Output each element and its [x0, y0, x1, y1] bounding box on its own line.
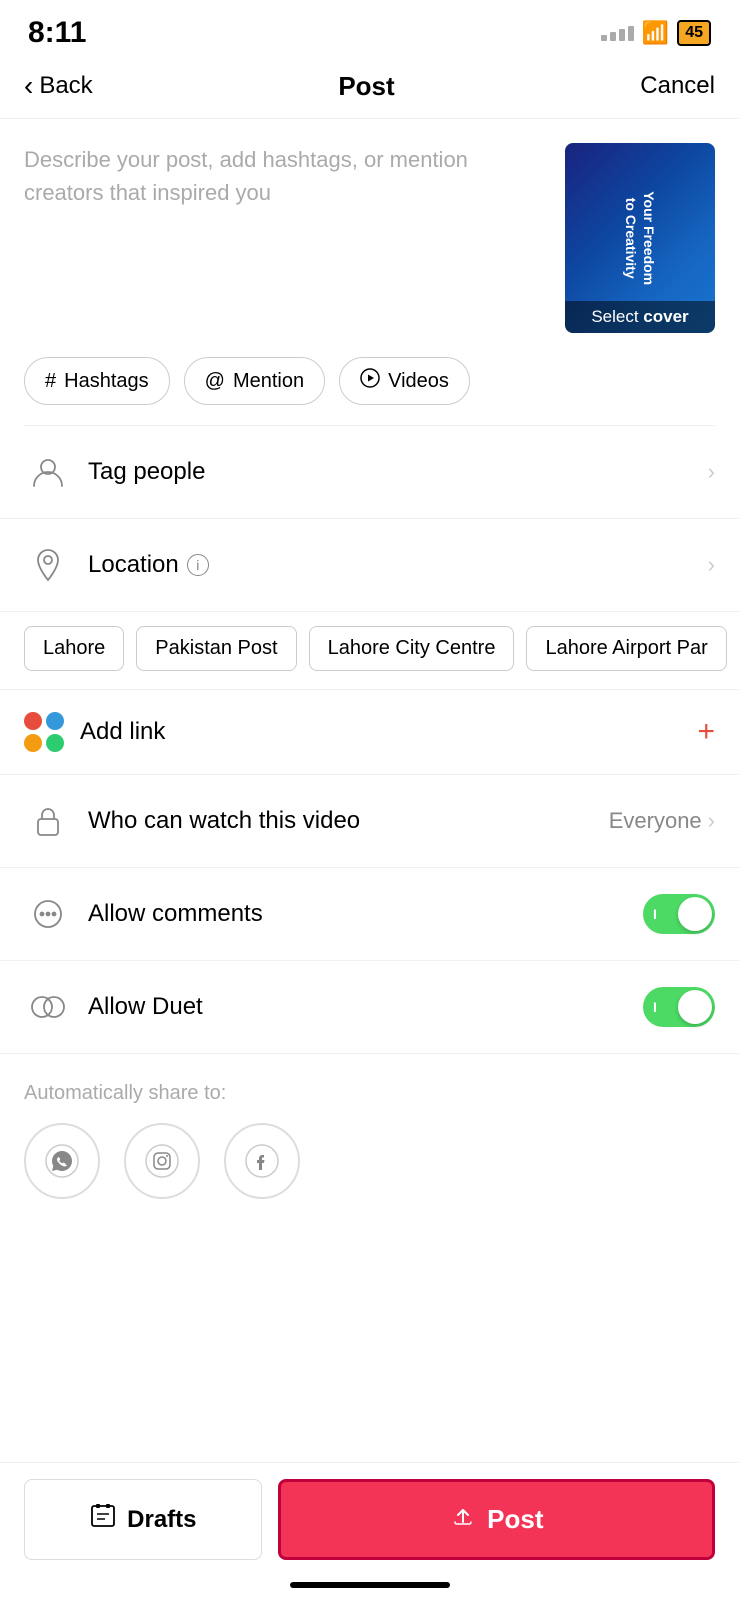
back-button[interactable]: ‹ Back: [24, 70, 93, 102]
location-right: ›: [708, 552, 715, 578]
chip-lahore-airport[interactable]: Lahore Airport Par: [526, 626, 726, 671]
home-indicator: [290, 1582, 450, 1588]
header: ‹ Back Post Cancel: [0, 60, 739, 119]
description-area: Describe your post, add hashtags, or men…: [0, 119, 739, 349]
location-icon: [24, 541, 72, 589]
location-info-icon: i: [187, 554, 209, 576]
allow-duet-toggle[interactable]: I: [643, 987, 715, 1027]
tag-people-label: Tag people: [88, 458, 708, 486]
tag-people-row[interactable]: Tag people ›: [0, 426, 739, 519]
status-icons: 📶 45: [601, 20, 711, 46]
allow-comments-row: Allow comments I: [0, 868, 739, 961]
allow-comments-label: Allow comments: [88, 900, 643, 928]
hashtags-button[interactable]: # Hashtags: [24, 357, 170, 405]
who-can-watch-row[interactable]: Who can watch this video Everyone ›: [0, 775, 739, 868]
status-time: 8:11: [28, 16, 86, 50]
chip-lahore[interactable]: Lahore: [24, 626, 124, 671]
post-icon: [449, 1502, 477, 1537]
location-chevron-icon: ›: [708, 552, 715, 578]
add-link-label: Add link: [80, 718, 697, 746]
signal-icon: [601, 26, 634, 41]
toggle-comments-label: I: [653, 906, 657, 922]
dot-green-icon: [46, 734, 64, 752]
add-link-plus-icon: +: [697, 715, 715, 749]
battery-indicator: 45: [677, 20, 711, 46]
instagram-button[interactable]: [124, 1123, 200, 1199]
add-link-row[interactable]: Add link +: [0, 690, 739, 775]
tag-people-icon: [24, 448, 72, 496]
back-chevron-icon: ‹: [24, 70, 33, 102]
hashtag-icon: #: [45, 370, 56, 393]
back-label: Back: [39, 72, 92, 100]
comments-icon: [24, 890, 72, 938]
allow-duet-label: Allow Duet: [88, 993, 643, 1021]
allow-comments-toggle[interactable]: I: [643, 894, 715, 934]
videos-label: Videos: [388, 370, 449, 393]
facebook-button[interactable]: [224, 1123, 300, 1199]
select-word: Select: [591, 307, 643, 326]
auto-share-label: Automatically share to:: [24, 1082, 715, 1105]
auto-share-section: Automatically share to:: [0, 1054, 739, 1213]
drafts-label: Drafts: [127, 1506, 196, 1534]
wifi-icon: 📶: [642, 20, 669, 46]
who-can-watch-chevron-icon: ›: [708, 808, 715, 834]
privacy-icon: [24, 797, 72, 845]
videos-button[interactable]: Videos: [339, 357, 470, 405]
location-label: Location i: [88, 551, 708, 579]
toggle-comments-thumb: [678, 897, 712, 931]
dot-red-icon: [24, 712, 42, 730]
drafts-button[interactable]: Drafts: [24, 1479, 262, 1560]
description-input[interactable]: Describe your post, add hashtags, or men…: [24, 143, 549, 333]
post-button[interactable]: Post: [278, 1479, 715, 1560]
status-bar: 8:11 📶 45: [0, 0, 739, 60]
toggle-duet-label: I: [653, 999, 657, 1015]
who-can-watch-label: Who can watch this video: [88, 807, 609, 835]
location-row[interactable]: Location i ›: [0, 519, 739, 612]
location-label-group: Location i: [88, 551, 708, 579]
add-link-dots-icon: [24, 712, 64, 752]
tag-people-right: ›: [708, 459, 715, 485]
toggle-duet-thumb: [678, 990, 712, 1024]
who-can-watch-right: Everyone ›: [609, 808, 715, 834]
tag-buttons-row: # Hashtags @ Mention Videos: [0, 349, 739, 425]
social-icons-row: [24, 1123, 715, 1199]
who-can-watch-value: Everyone: [609, 808, 702, 834]
cover-thumbnail[interactable]: Your Freedomto Creativity Select cover: [565, 143, 715, 333]
duet-icon: [24, 983, 72, 1031]
drafts-icon: [89, 1502, 117, 1537]
select-cover-label[interactable]: Select cover: [565, 301, 715, 333]
dot-blue-icon: [46, 712, 64, 730]
whatsapp-button[interactable]: [24, 1123, 100, 1199]
chip-lahore-city-centre[interactable]: Lahore City Centre: [309, 626, 515, 671]
tag-people-chevron-icon: ›: [708, 459, 715, 485]
cover-word: cover: [643, 307, 688, 326]
post-label: Post: [487, 1504, 543, 1535]
bottom-bar: Drafts Post: [0, 1462, 739, 1600]
mention-icon: @: [205, 370, 225, 393]
page-title: Post: [338, 71, 394, 102]
play-icon: [360, 368, 380, 394]
cancel-button[interactable]: Cancel: [640, 72, 715, 100]
location-text: Location: [88, 551, 179, 579]
mention-button[interactable]: @ Mention: [184, 357, 325, 405]
dot-yellow-icon: [24, 734, 42, 752]
mention-label: Mention: [233, 370, 304, 393]
location-chips: Lahore Pakistan Post Lahore City Centre …: [0, 612, 739, 690]
bottom-spacer: [0, 1213, 739, 1343]
allow-duet-row: Allow Duet I: [0, 961, 739, 1054]
thumbnail-text: Your Freedomto Creativity: [614, 183, 666, 293]
chip-pakistan-post[interactable]: Pakistan Post: [136, 626, 296, 671]
hashtags-label: Hashtags: [64, 370, 149, 393]
